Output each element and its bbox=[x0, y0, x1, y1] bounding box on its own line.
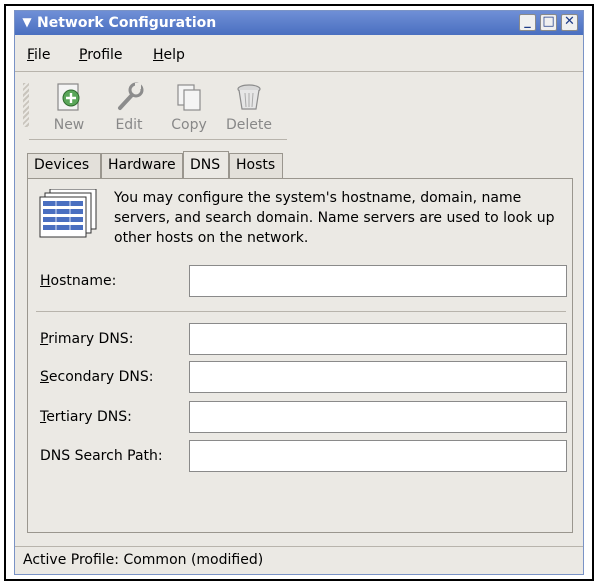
tab-dns[interactable]: DNS bbox=[183, 151, 229, 179]
edit-button[interactable]: Edit bbox=[99, 81, 159, 141]
toolbar: New Edit Copy Delete bbox=[15, 77, 583, 147]
active-profile-status: Active Profile: Common (modified) bbox=[23, 552, 264, 568]
dns-table-icon bbox=[36, 188, 100, 241]
title-bar[interactable]: ▼ Network Configuration _ □ ✕ bbox=[15, 11, 583, 35]
wrench-icon bbox=[113, 81, 145, 113]
secondary-dns-field[interactable] bbox=[189, 361, 567, 393]
network-configuration-window: ▼ Network Configuration _ □ ✕ File Profi… bbox=[14, 10, 584, 575]
close-button[interactable]: ✕ bbox=[561, 14, 578, 31]
panel-separator bbox=[36, 311, 566, 312]
new-button[interactable]: New bbox=[39, 81, 99, 141]
delete-label: Delete bbox=[226, 117, 272, 133]
hostname-field[interactable] bbox=[189, 265, 567, 297]
tab-hardware[interactable]: Hardware bbox=[101, 153, 183, 179]
copy-label: Copy bbox=[171, 117, 207, 133]
delete-button[interactable]: Delete bbox=[219, 81, 279, 141]
tab-hosts[interactable]: Hosts bbox=[229, 153, 283, 179]
copy-button[interactable]: Copy bbox=[159, 81, 219, 141]
window-menu-icon[interactable]: ▼ bbox=[19, 14, 35, 30]
menu-file[interactable]: File bbox=[27, 47, 50, 63]
maximize-button[interactable]: □ bbox=[540, 14, 557, 31]
hostname-label: Hostname: bbox=[40, 273, 117, 289]
new-icon bbox=[53, 81, 85, 113]
menu-help[interactable]: Help bbox=[153, 47, 185, 63]
window-title: Network Configuration bbox=[37, 15, 217, 31]
tertiary-dns-field[interactable] bbox=[189, 401, 567, 433]
menu-profile[interactable]: Profile bbox=[79, 47, 123, 63]
minimize-button[interactable]: _ bbox=[519, 14, 536, 31]
trash-icon bbox=[233, 81, 265, 113]
dns-search-path-label: DNS Search Path: bbox=[40, 448, 163, 464]
secondary-dns-label: Secondary DNS: bbox=[40, 369, 154, 385]
copy-icon bbox=[173, 81, 205, 113]
tab-hardware-label: Hardware bbox=[108, 157, 176, 173]
tab-devices[interactable]: Devices bbox=[27, 153, 101, 179]
tab-hosts-label: Hosts bbox=[236, 157, 276, 173]
menu-separator bbox=[15, 71, 583, 72]
tab-devices-label: Devices bbox=[34, 157, 90, 173]
new-label: New bbox=[53, 117, 85, 133]
edit-label: Edit bbox=[115, 117, 143, 133]
toolbar-grip[interactable] bbox=[23, 83, 29, 127]
dns-panel: You may configure the system's hostname,… bbox=[27, 178, 573, 533]
primary-dns-label: Primary DNS: bbox=[40, 331, 134, 347]
primary-dns-field[interactable] bbox=[189, 323, 567, 355]
tab-dns-label: DNS bbox=[190, 157, 221, 173]
dns-description: You may configure the system's hostname,… bbox=[114, 190, 555, 246]
tertiary-dns-label: Tertiary DNS: bbox=[40, 409, 132, 425]
status-bar: Active Profile: Common (modified) bbox=[15, 546, 583, 574]
toolbar-separator bbox=[29, 139, 287, 140]
menu-bar: File Profile Help bbox=[15, 43, 583, 67]
dns-search-path-field[interactable] bbox=[189, 440, 567, 472]
